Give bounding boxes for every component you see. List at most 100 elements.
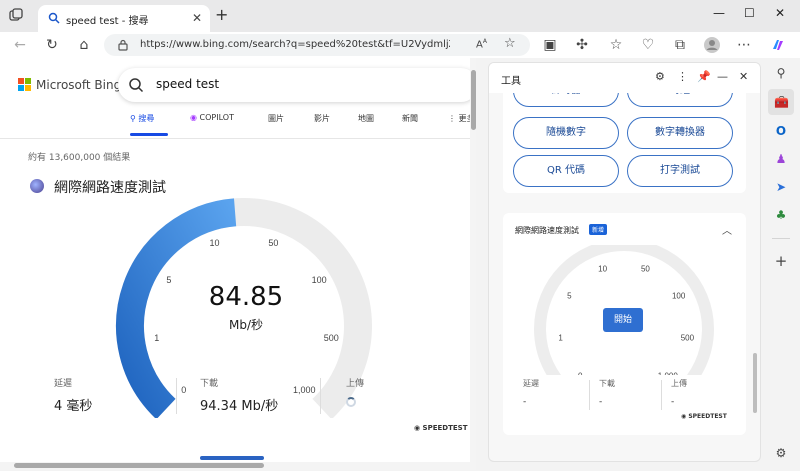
gauge-tick-label: 100 [312,275,327,285]
url-text[interactable]: https://www.bing.com/search?q=speed%20te… [140,39,450,50]
scope-news[interactable]: 新聞 [402,113,418,124]
new-tab-icon[interactable]: + [215,7,228,23]
refresh-icon[interactable]: ↻ [44,37,60,53]
rail-divider [772,238,790,239]
latency-value: 4 毫秒 [54,399,93,414]
tab-actions-icon[interactable] [8,7,28,27]
maximize-icon[interactable]: ☐ [744,6,755,20]
tools-grid-card: 計時器 時鐘 隨機數字 數字轉換器 QR 代碼 打字測試 [503,75,746,193]
panel-stat-download: 下載 - [599,378,615,407]
new-badge: 新增 [589,224,608,235]
stat-divider [320,378,321,414]
rail-settings-icon[interactable]: ⚙ [774,446,788,460]
minimize-icon[interactable]: — [713,6,725,20]
gauge-tick-label: 1 [154,333,159,343]
settings-more-icon[interactable]: ⋯ [736,37,752,53]
address-bar[interactable]: https://www.bing.com/search?q=speed%20te… [104,34,530,56]
page-vertical-scrollbar[interactable] [470,58,476,462]
panel-minimize-icon[interactable]: — [717,70,728,83]
tab-title: speed test - 搜尋 [66,16,149,27]
scrollbar-thumb[interactable] [471,70,476,130]
stat-upload: 上傳 [346,376,364,411]
panel-gauge-tick-label: 500 [681,333,695,342]
search-box[interactable]: speed test [118,68,476,102]
upload-label: 上傳 [346,379,365,389]
search-icon[interactable] [128,77,144,93]
browser-essentials-icon[interactable]: ♡ [640,37,656,53]
address-toolbar: ← ↻ ⌂ https://www.bing.com/search?q=spee… [0,32,800,58]
stat-download: 下載 94.34 Mb/秒 [200,376,278,414]
speed-unit: Mb/秒 [228,318,263,332]
gauge-tick-label: 500 [324,333,339,343]
copilot-icon[interactable] [770,37,786,53]
tool-number-converter-button[interactable]: 數字轉換器 [627,117,733,149]
extensions-icon[interactable]: ✣ [574,37,590,53]
favorite-star-icon[interactable]: ☆ [504,36,516,51]
tool-qr-code-button[interactable]: QR 代碼 [513,155,619,187]
edge-sidebar-rail: ⚲ 🧰 O ♟ ➤ ♣ + ⚙ [762,58,800,471]
scope-maps[interactable]: 地圖 [358,113,374,124]
search-query[interactable]: speed test [156,77,219,91]
copilot-scope-icon: ◉ [190,113,200,122]
speed-value: 84.85 [208,282,284,312]
rail-add-icon[interactable]: + [774,254,788,269]
panel-scrollbar[interactable] [753,353,757,413]
panel-settings-icon[interactable]: ⚙ [655,70,665,83]
stat-latency: 延遲 4 毫秒 [54,376,92,414]
lock-icon[interactable] [116,38,130,52]
scrollbar-thumb[interactable] [14,463,264,468]
tool-typing-test-button[interactable]: 打字測試 [627,155,733,187]
upload-loading-spinner-icon [346,397,356,407]
search-favicon-icon [48,12,60,24]
scope-search[interactable]: ⚲ 搜尋 [130,113,154,124]
speed-stats: 延遲 4 毫秒 下載 94.34 Mb/秒 上傳 [0,376,476,418]
action-button-peek[interactable] [200,456,264,460]
back-icon[interactable]: ← [12,37,28,53]
panel-close-icon[interactable]: ✕ [739,70,748,83]
panel-gauge-tick-label: 5 [567,291,572,300]
tab-strip: speed test - 搜尋 ✕ + — ☐ ✕ [0,0,800,32]
gauge-tick-label: 5 [166,275,171,285]
active-tab[interactable]: speed test - 搜尋 ✕ [38,5,210,32]
speedtest-brand: ◉ SPEEDTEST [414,424,468,432]
panel-more-icon[interactable]: ⋮ [677,70,688,83]
favorites-icon[interactable]: ☆ [608,37,624,53]
start-test-button[interactable]: 開始 [603,308,643,332]
close-window-icon[interactable]: ✕ [775,6,785,20]
result-count: 約有 13,600,000 個結果 [28,153,131,163]
home-icon[interactable]: ⌂ [76,37,92,53]
rail-search-icon[interactable]: ⚲ [774,66,788,80]
panel-download-value: - [599,397,603,407]
stat-divider [589,380,590,410]
tab-close-icon[interactable]: ✕ [192,11,202,25]
scope-videos[interactable]: 影片 [314,113,330,124]
scope-images[interactable]: 圖片 [268,113,284,124]
split-screen-icon[interactable]: ▣ [542,37,558,53]
rail-tools-icon[interactable]: 🧰 [774,95,789,109]
scope-copilot[interactable]: ◉ COPILOT [190,113,234,122]
gauge-tick-label: 10 [210,238,220,248]
panel-speedtest-card: 網際網路速度測試 新增 ︿ 0 1 5 10 50 100 500 1,000 開始 延遲 -… [503,213,746,435]
download-label: 下載 [200,379,219,389]
collapse-chevron-up-icon[interactable]: ︿ [722,222,732,237]
rail-outlook-icon[interactable]: O [774,124,788,138]
rail-games-icon[interactable]: ♟ [774,152,788,166]
header-divider [0,138,476,139]
stat-divider [176,378,177,414]
speedtest-card-title: 網際網路速度測試 [54,180,166,196]
panel-gauge-tick-label: 1 [558,333,563,342]
page-horizontal-scrollbar[interactable] [0,462,476,470]
read-aloud-icon[interactable]: AA [476,38,487,50]
screenshot-icon[interactable]: ⧉ [672,37,688,53]
tool-random-number-button[interactable]: 隨機數字 [513,117,619,149]
profile-avatar-icon[interactable] [704,37,720,53]
panel-upload-value: - [671,397,675,407]
tools-panel: 計時器 時鐘 隨機數字 數字轉換器 QR 代碼 打字測試 工具 ⚙ ⋮ 📌 — … [488,62,761,462]
panel-speedtest-brand: ◉ SPEEDTEST [681,413,727,420]
panel-speed-stats: 延遲 - 下載 - 上傳 - [503,378,746,412]
rail-tree-icon[interactable]: ♣ [774,208,788,222]
panel-title: 工具 [501,76,521,87]
pin-icon[interactable]: 📌 [697,70,711,83]
panel-stat-upload: 上傳 - [671,378,687,407]
rail-drop-icon[interactable]: ➤ [774,180,788,194]
